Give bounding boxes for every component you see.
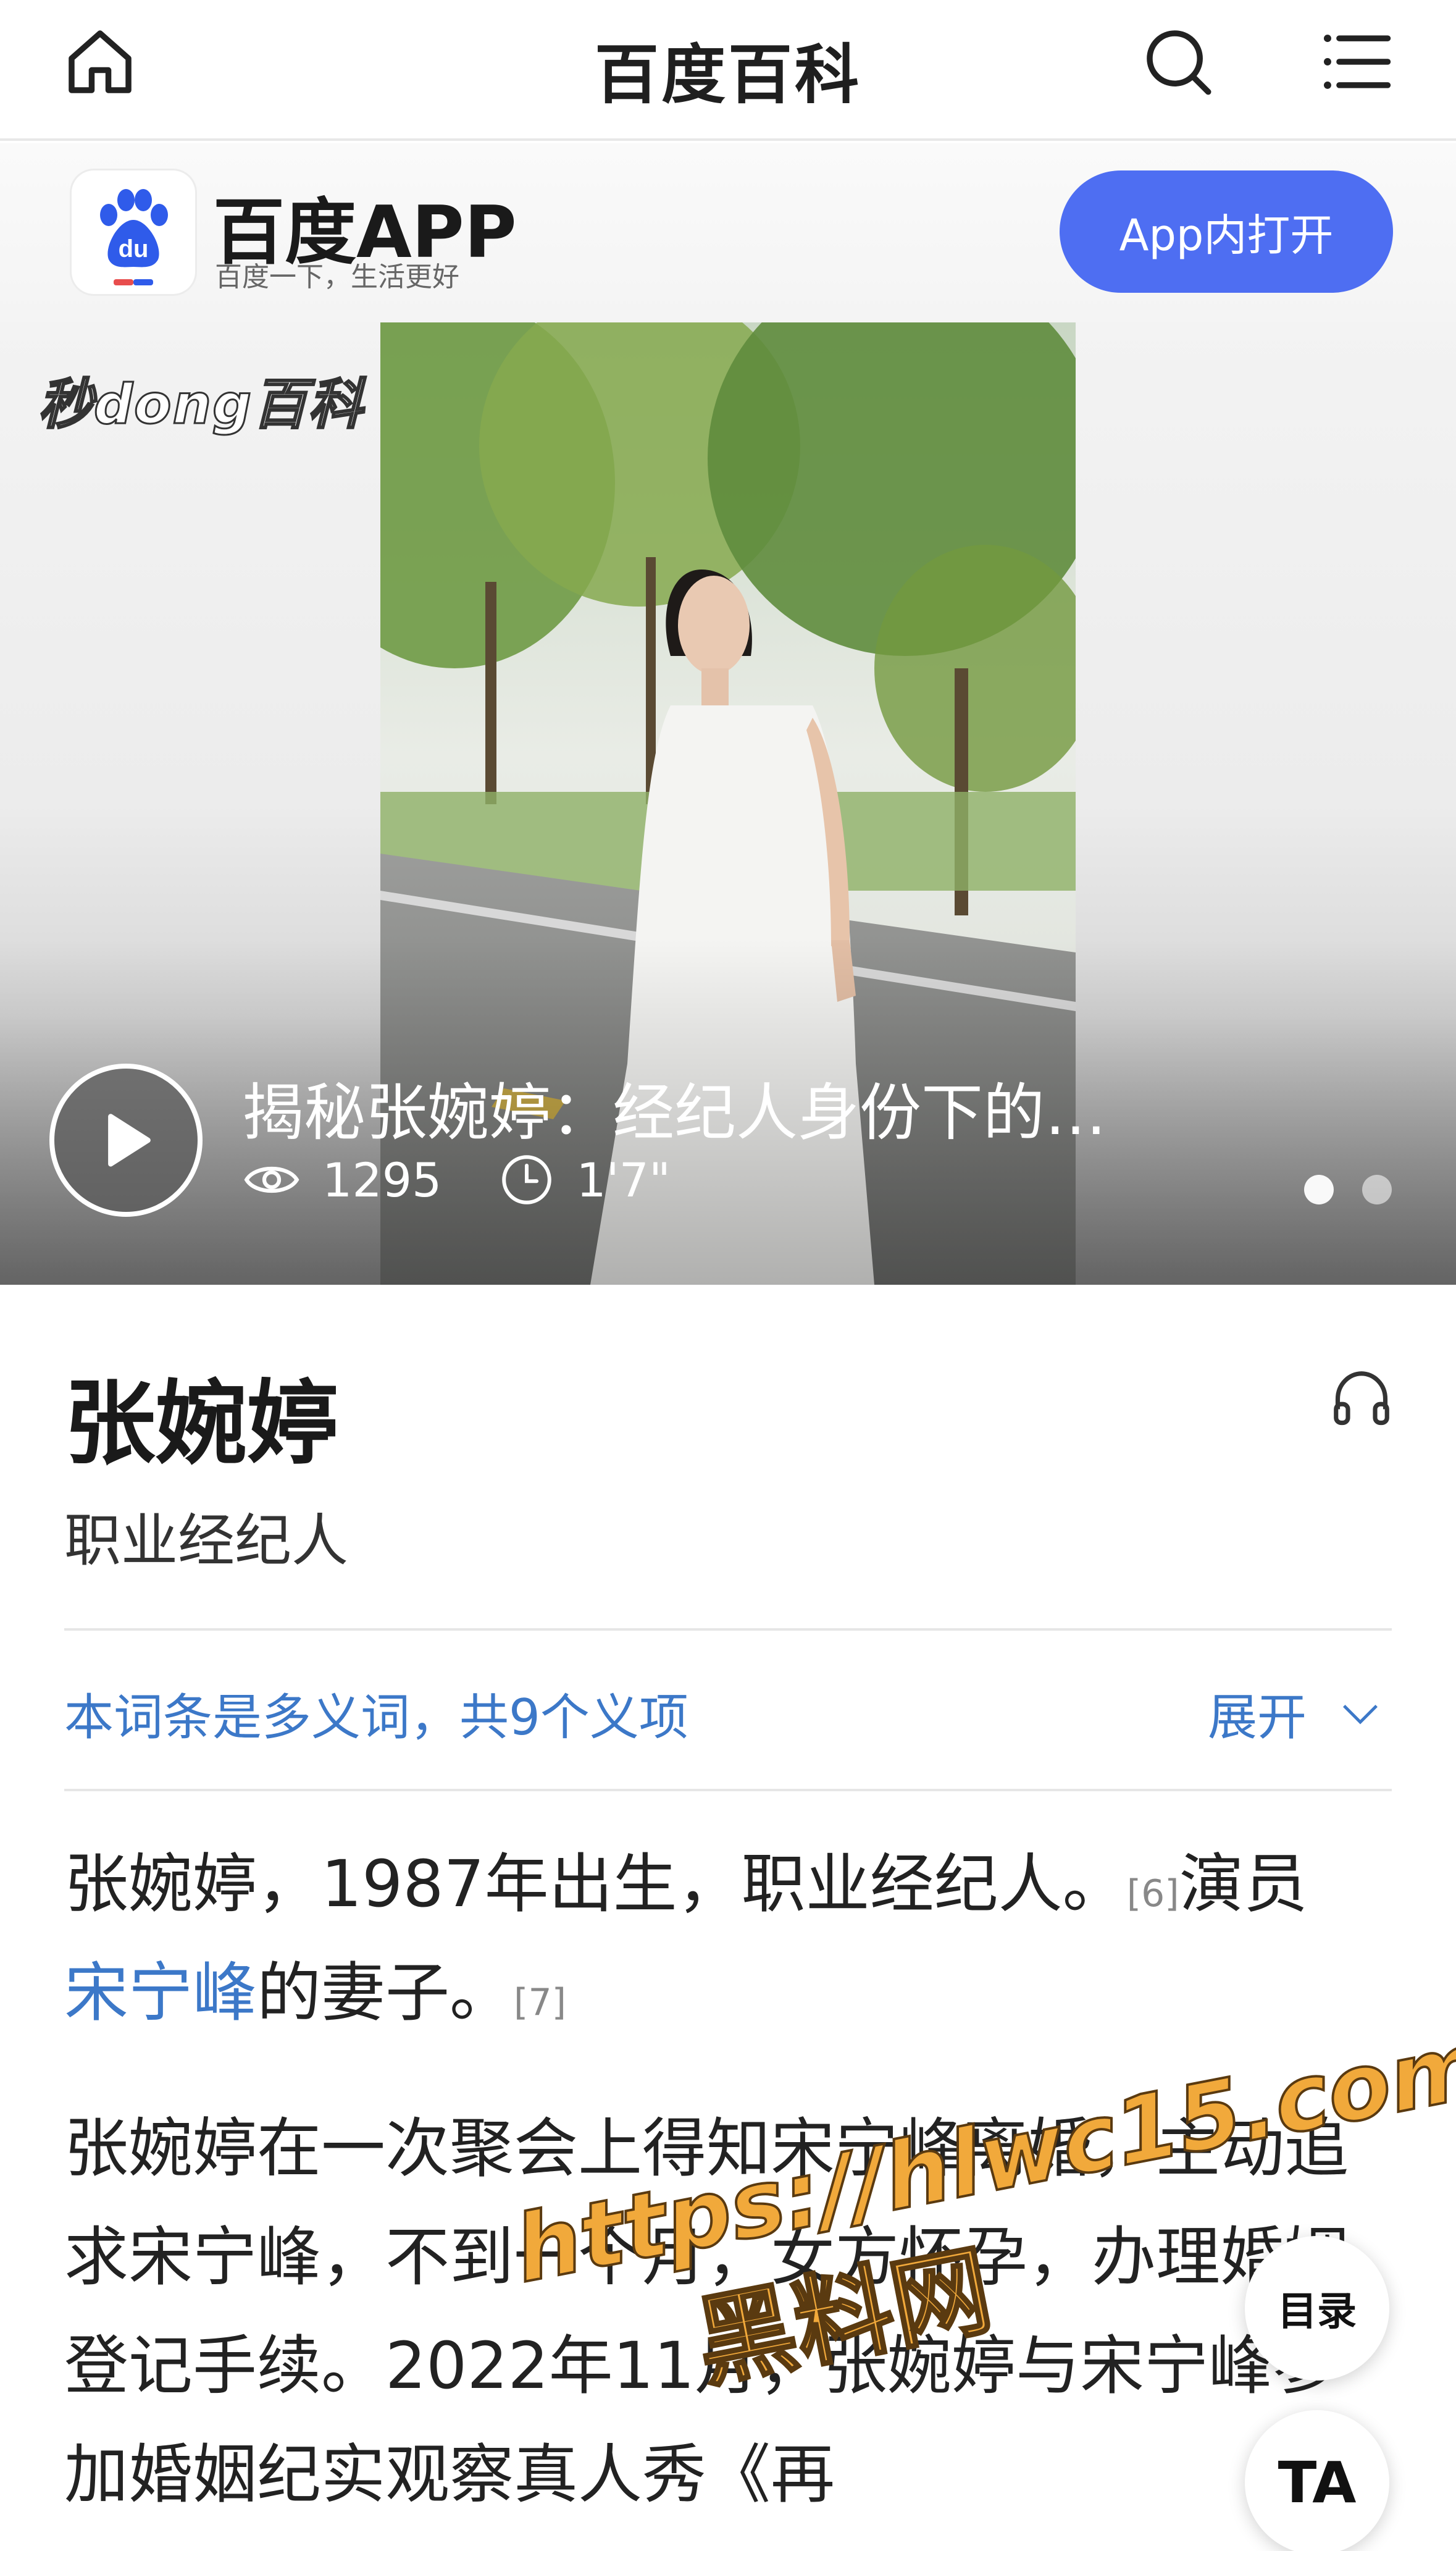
summary-text: 演员 [1179,1846,1308,1922]
ta-button[interactable]: TA [1245,2410,1389,2551]
carousel-indicator [1304,1175,1420,1204]
entry-subtitle: 职业经纪人 [64,1508,349,1574]
citation-ref[interactable]: [7] [514,1981,566,2024]
entry-name: 张婉婷 [64,1371,338,1477]
video-carousel[interactable]: 秒dong百科 揭秘张婉婷：经纪人身份下的… 1295 1'7" [0,322,1456,1285]
summary-text: 的妻子。 [257,1955,514,2030]
app-promo-banner: du 百度APP 百度一下，生活更好 App内打开 [0,143,1456,322]
chevron-down-icon [1343,1705,1378,1725]
summary-paragraph: 张婉婷，1987年出生，职业经纪人。[6]演员宋宁峰的妻子。[7] [64,1830,1392,2047]
expand-button[interactable]: 展开 [1208,1678,1382,1749]
citation-ref[interactable]: [6] [1127,1872,1179,1915]
play-icon [108,1114,151,1167]
page-title: 百度百科 [594,37,861,112]
expand-label: 展开 [1208,1689,1307,1746]
carousel-dot-active[interactable] [1304,1175,1334,1204]
miaodong-baike-logo: 秒dong百科 [37,372,364,437]
play-button[interactable] [49,1064,203,1217]
spouse-link[interactable]: 宋宁峰 [64,1955,257,2030]
open-in-app-button[interactable]: App内打开 [1060,170,1393,293]
app-slogan: 百度一下，生活更好 [215,261,459,293]
toc-button[interactable]: 目录 [1245,2236,1389,2381]
menu-icon[interactable] [1313,19,1399,105]
divider [64,1628,1392,1631]
headphone-icon[interactable] [1328,1365,1395,1433]
search-icon[interactable] [1135,19,1221,105]
baidu-app-logo: du [72,170,195,294]
video-meta: 1295 1'7" [242,1150,727,1209]
video-duration: 1'7" [576,1152,671,1208]
polysemy-notice[interactable]: 本词条是多义词，共9个义项 [64,1678,688,1749]
view-count: 1295 [322,1152,442,1208]
summary-text: 张婉婷，1987年出生，职业经纪人。 [64,1846,1127,1922]
clock-icon [502,1155,552,1204]
svg-text:du: du [119,235,149,263]
divider [64,1789,1392,1791]
video-title[interactable]: 揭秘张婉婷：经纪人身份下的… [242,1062,1107,1152]
top-nav-bar: 百度百科 [0,0,1456,141]
eye-icon [244,1167,299,1193]
carousel-dot[interactable] [1362,1175,1392,1204]
